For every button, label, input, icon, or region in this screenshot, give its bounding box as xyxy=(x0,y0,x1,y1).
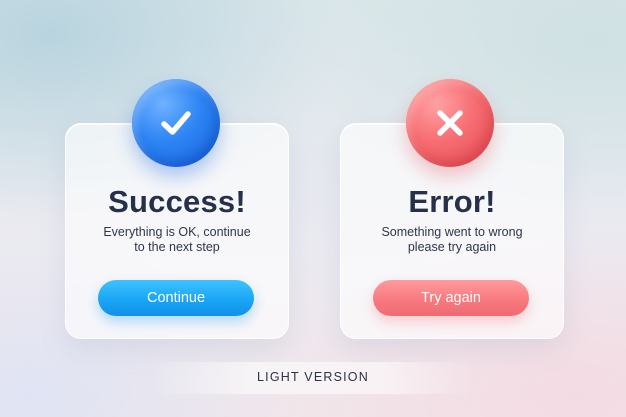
success-badge xyxy=(132,79,220,167)
success-title: Success! xyxy=(108,184,246,219)
success-description-line-1: Everything is OK, continue xyxy=(103,225,251,239)
close-icon xyxy=(437,110,463,136)
success-description: Everything is OK, continue to the next s… xyxy=(84,225,270,255)
error-description-line-2: please try again xyxy=(407,240,497,254)
success-description-line-2: to the next step xyxy=(134,240,220,254)
continue-button[interactable]: Continue xyxy=(98,280,254,316)
light-version-label: LIGHT VERSION xyxy=(257,370,369,384)
error-badge xyxy=(406,79,494,167)
error-description-line-1: Something went to wrong xyxy=(381,225,523,239)
check-icon xyxy=(161,111,191,135)
error-title: Error! xyxy=(408,184,496,219)
try-again-button[interactable]: Try again xyxy=(373,280,529,316)
error-description: Something went to wrong please try again xyxy=(359,225,545,255)
